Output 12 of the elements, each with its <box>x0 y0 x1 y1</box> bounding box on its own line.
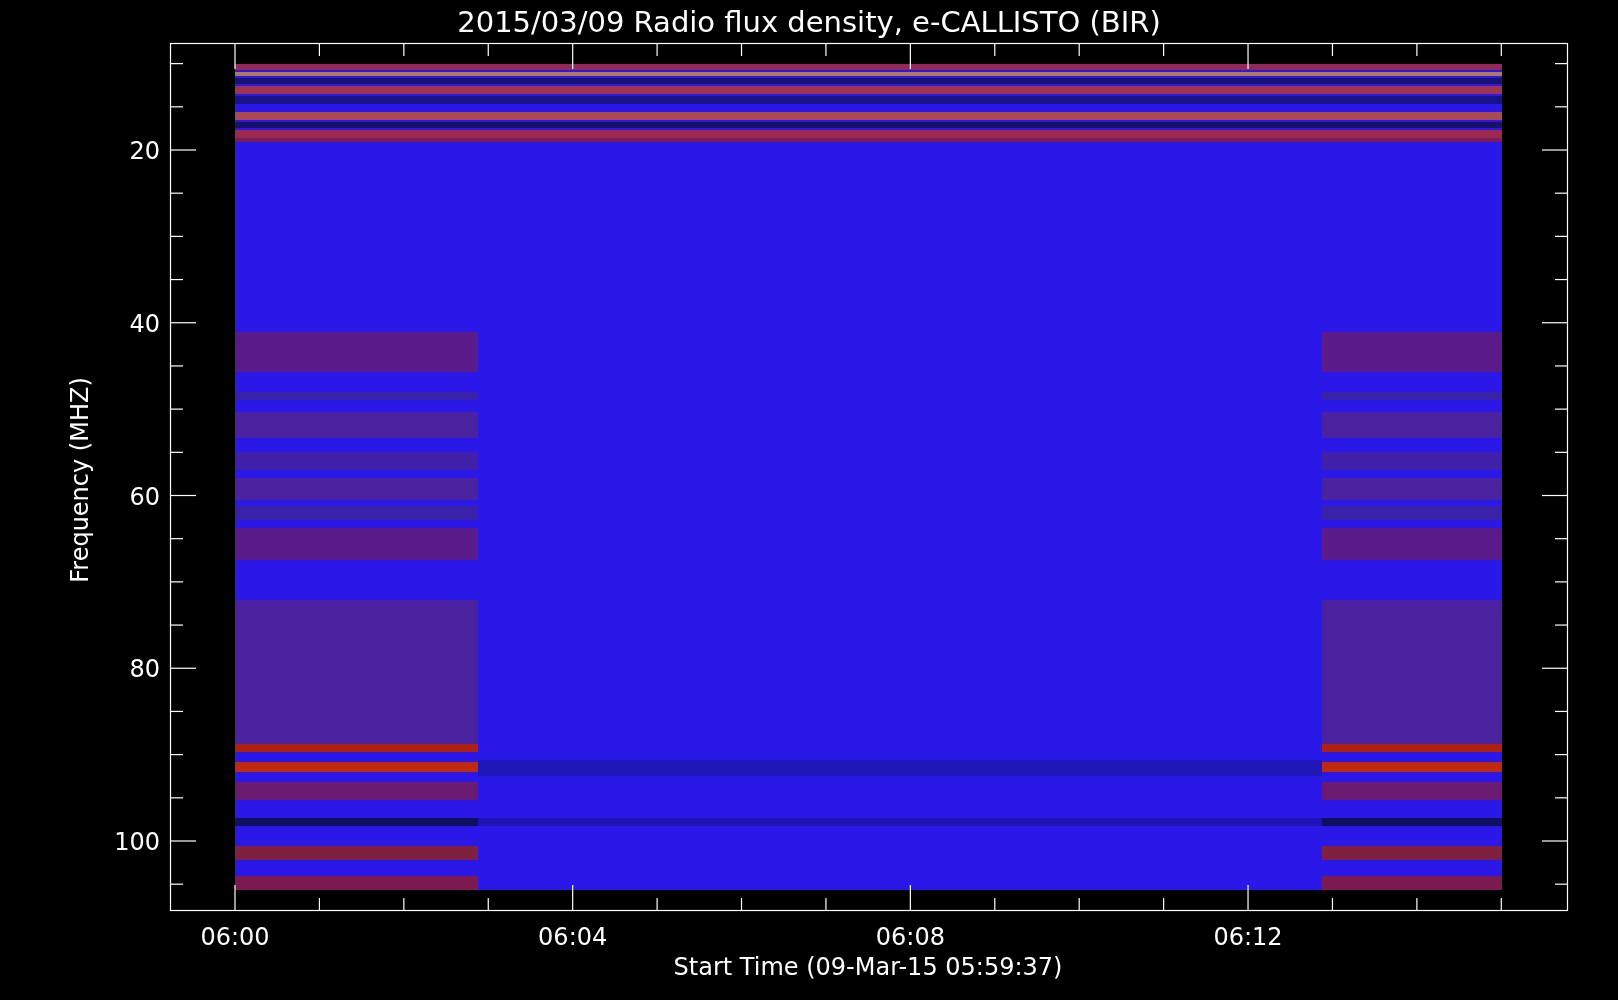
y-tick-label: 20 <box>129 137 160 165</box>
y-tick-label: 40 <box>129 309 160 338</box>
x-tick-label: 06:00 <box>200 923 270 951</box>
y-axis-label: Frequency (MHZ) <box>66 377 94 583</box>
x-tick-label: 06:04 <box>538 923 608 951</box>
x-axis-label: Start Time (09-Mar-15 05:59:37) <box>673 953 1063 981</box>
plot-title: 2015/03/09 Radio flux density, e-CALLISTO (BIR) <box>457 5 1161 39</box>
x-tick-label: 06:08 <box>875 923 945 951</box>
y-tick-label: 60 <box>129 482 160 511</box>
y-tick-label: 100 <box>114 828 160 856</box>
x-tick-label: 06:12 <box>1213 923 1283 951</box>
y-tick-label: 80 <box>129 655 160 684</box>
